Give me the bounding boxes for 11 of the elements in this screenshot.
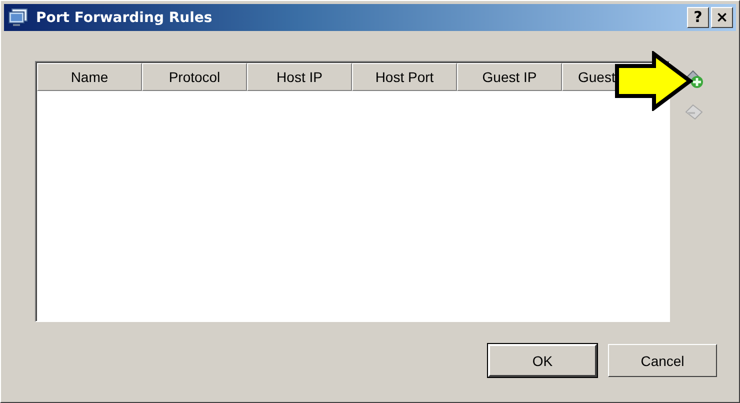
cancel-button[interactable]: Cancel: [608, 344, 717, 377]
help-button[interactable]: ?: [687, 7, 709, 28]
column-header[interactable]: Host IP: [247, 63, 352, 91]
ok-button[interactable]: OK: [488, 344, 597, 377]
column-header[interactable]: Protocol: [142, 63, 247, 91]
column-header[interactable]: Host Port: [352, 63, 457, 91]
column-header[interactable]: Guest IP: [457, 63, 562, 91]
monitor-icon: [8, 8, 28, 28]
column-header[interactable]: Name: [37, 63, 142, 91]
window-title: Port Forwarding Rules: [36, 10, 214, 26]
close-button[interactable]: ×: [711, 7, 733, 28]
